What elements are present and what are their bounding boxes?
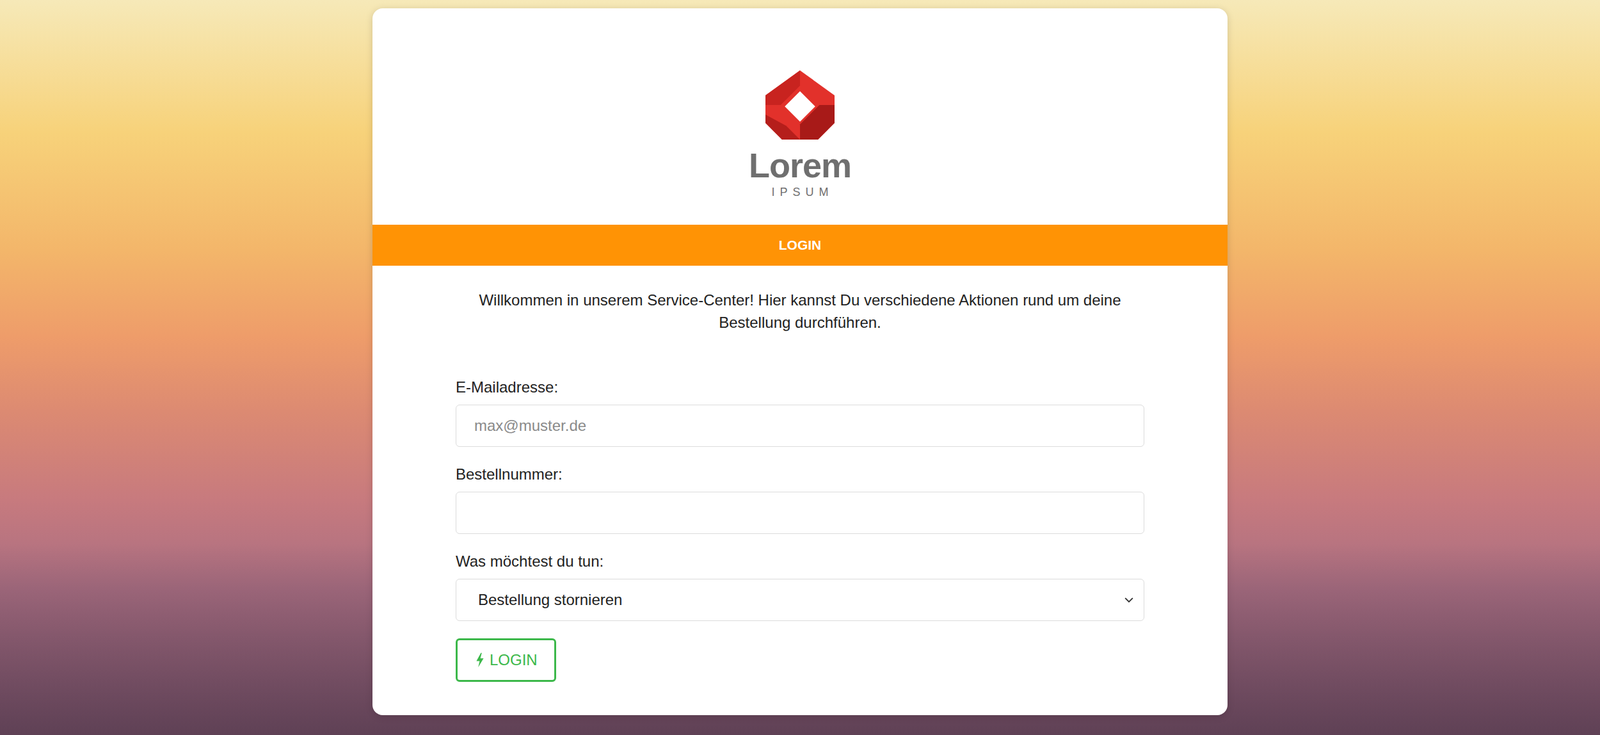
login-button[interactable]: LOGIN bbox=[455, 638, 557, 682]
intro-text: Willkommen in unserem Service-Center! Hi… bbox=[455, 288, 1145, 334]
header-title: LOGIN bbox=[778, 237, 822, 253]
email-label: E-Mailadresse: bbox=[455, 375, 1145, 399]
order-number-input[interactable] bbox=[455, 491, 1145, 534]
logo: Lorem IPSUM bbox=[372, 8, 1228, 225]
login-button-label: LOGIN bbox=[489, 650, 538, 669]
login-card: Lorem IPSUM LOGIN Willkommen in unserem Ser… bbox=[372, 8, 1228, 715]
action-label: Was möchtest du tun: bbox=[455, 549, 1145, 573]
order-number-field: Bestellnummer: bbox=[455, 462, 1145, 534]
login-form: Willkommen in unserem Service-Center! Hi… bbox=[372, 265, 1228, 682]
logo-icon bbox=[765, 63, 835, 147]
action-select-value: Bestellung stornieren bbox=[478, 590, 623, 609]
order-number-label: Bestellnummer: bbox=[455, 462, 1145, 486]
email-field: E-Mailadresse: bbox=[455, 375, 1145, 447]
action-select[interactable]: Bestellung stornieren bbox=[455, 578, 1145, 621]
action-field: Was möchtest du tun: Bestellung storniere… bbox=[455, 549, 1145, 621]
actions: LOGIN bbox=[455, 638, 1145, 682]
page-background: Lorem IPSUM LOGIN Willkommen in unserem Ser… bbox=[0, 0, 1600, 735]
header-bar: LOGIN bbox=[372, 224, 1228, 266]
logo-name: Lorem bbox=[748, 147, 852, 183]
chevron-down-icon bbox=[1124, 596, 1134, 603]
lightning-icon bbox=[475, 652, 485, 668]
email-input[interactable] bbox=[455, 404, 1145, 447]
logo-tagline: IPSUM bbox=[766, 186, 834, 198]
